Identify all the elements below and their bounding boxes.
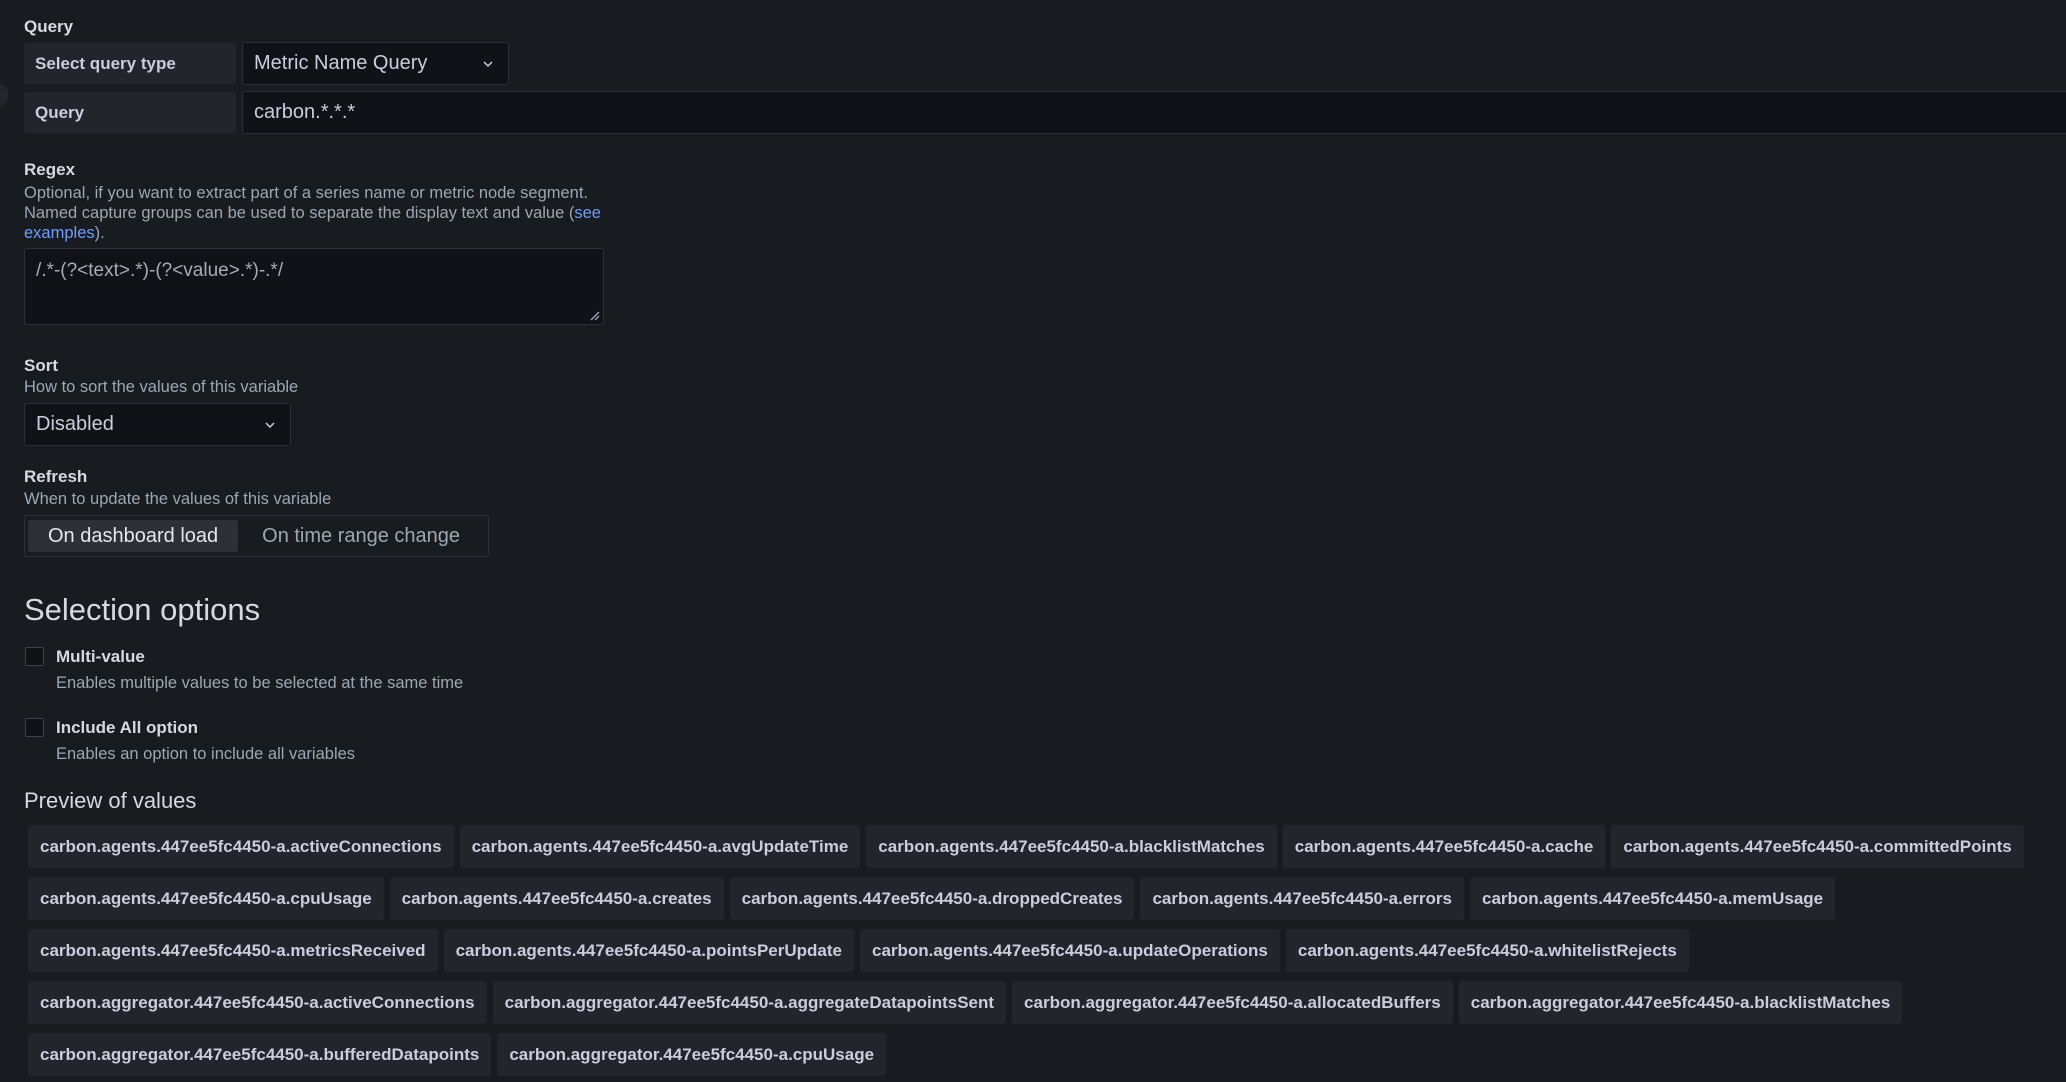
include-all-label: Include All option [56, 718, 198, 737]
preview-value-chip: carbon.aggregator.447ee5fc4450-a.blackli… [1458, 981, 1903, 1024]
query-section-title: Query [24, 17, 74, 36]
preview-values-list: carbon.agents.447ee5fc4450-a.activeConne… [28, 825, 2048, 1076]
collapse-handle[interactable] [0, 84, 8, 106]
include-all-description: Enables an option to include all variabl… [56, 745, 356, 763]
preview-value-chip: carbon.agents.447ee5fc4450-a.creates [389, 877, 724, 920]
refresh-radio-group: On dashboard load On time range change [24, 515, 489, 557]
regex-value: /.*-(?<text>.*)-(?<value>.*)-.*/ [36, 260, 284, 281]
regex-description: Optional, if you want to extract part of… [24, 183, 664, 243]
regex-desc-line1: Optional, if you want to extract part of… [24, 184, 589, 202]
selection-options-title: Selection options [24, 592, 261, 627]
preview-value-chip: carbon.agents.447ee5fc4450-a.cpuUsage [28, 877, 384, 920]
sort-value: Disabled [36, 413, 114, 435]
sort-select[interactable]: Disabled [24, 403, 291, 446]
query-label: Query [24, 92, 236, 133]
sort-description: How to sort the values of this variable [24, 378, 299, 396]
regex-textarea[interactable]: /.*-(?<text>.*)-(?<value>.*)-.*/ [24, 248, 604, 325]
preview-value-chip: carbon.agents.447ee5fc4450-a.cache [1282, 825, 1606, 868]
chevron-down-icon [265, 421, 275, 428]
multi-value-label: Multi-value [56, 647, 145, 666]
preview-value-chip: carbon.agents.447ee5fc4450-a.memUsage [1470, 877, 1836, 920]
see-link[interactable]: see [574, 204, 601, 222]
query-type-label: Select query type [24, 43, 236, 84]
chevron-down-icon [483, 60, 493, 67]
refresh-option-dashboard-load[interactable]: On dashboard load [28, 520, 239, 552]
query-type-value: Metric Name Query [254, 52, 428, 74]
preview-value-chip: carbon.aggregator.447ee5fc4450-a.buffere… [28, 1033, 492, 1076]
multi-value-description: Enables multiple values to be selected a… [56, 674, 464, 692]
preview-value-chip: carbon.aggregator.447ee5fc4450-a.allocat… [1012, 981, 1453, 1024]
preview-value-chip: carbon.agents.447ee5fc4450-a.whitelistRe… [1285, 929, 1689, 972]
resize-handle-icon[interactable] [588, 309, 600, 321]
multi-value-checkbox[interactable] [25, 647, 44, 666]
preview-value-chip: carbon.agents.447ee5fc4450-a.activeConne… [28, 825, 454, 868]
examples-link[interactable]: examples [24, 224, 95, 242]
preview-title: Preview of values [24, 788, 197, 813]
regex-title: Regex [24, 160, 76, 179]
include-all-checkbox[interactable] [25, 718, 44, 737]
preview-value-chip: carbon.aggregator.447ee5fc4450-a.activeC… [28, 981, 487, 1024]
preview-value-chip: carbon.aggregator.447ee5fc4450-a.aggrega… [492, 981, 1007, 1024]
query-input[interactable]: carbon.*.*.* [242, 91, 2066, 134]
preview-value-chip: carbon.agents.447ee5fc4450-a.pointsPerUp… [443, 929, 854, 972]
refresh-title: Refresh [24, 467, 88, 486]
preview-value-chip: carbon.agents.447ee5fc4450-a.errors [1140, 877, 1464, 920]
refresh-option-time-range-change[interactable]: On time range change [242, 520, 480, 552]
refresh-description: When to update the values of this variab… [24, 490, 332, 508]
preview-value-chip: carbon.agents.447ee5fc4450-a.updateOpera… [860, 929, 1280, 972]
preview-value-chip: carbon.aggregator.447ee5fc4450-a.cpuUsag… [497, 1033, 887, 1076]
preview-value-chip: carbon.agents.447ee5fc4450-a.blacklistMa… [866, 825, 1277, 868]
preview-value-chip: carbon.agents.447ee5fc4450-a.metricsRece… [28, 929, 438, 972]
preview-value-chip: carbon.agents.447ee5fc4450-a.droppedCrea… [729, 877, 1135, 920]
sort-title: Sort [24, 356, 58, 375]
preview-value-chip: carbon.agents.447ee5fc4450-a.committedPo… [1611, 825, 2024, 868]
regex-desc-suffix: ). [94, 224, 105, 242]
preview-value-chip: carbon.agents.447ee5fc4450-a.avgUpdateTi… [459, 825, 861, 868]
query-type-select[interactable]: Metric Name Query [242, 42, 509, 85]
regex-desc-line2: Named capture groups can be used to sepa… [24, 204, 575, 222]
